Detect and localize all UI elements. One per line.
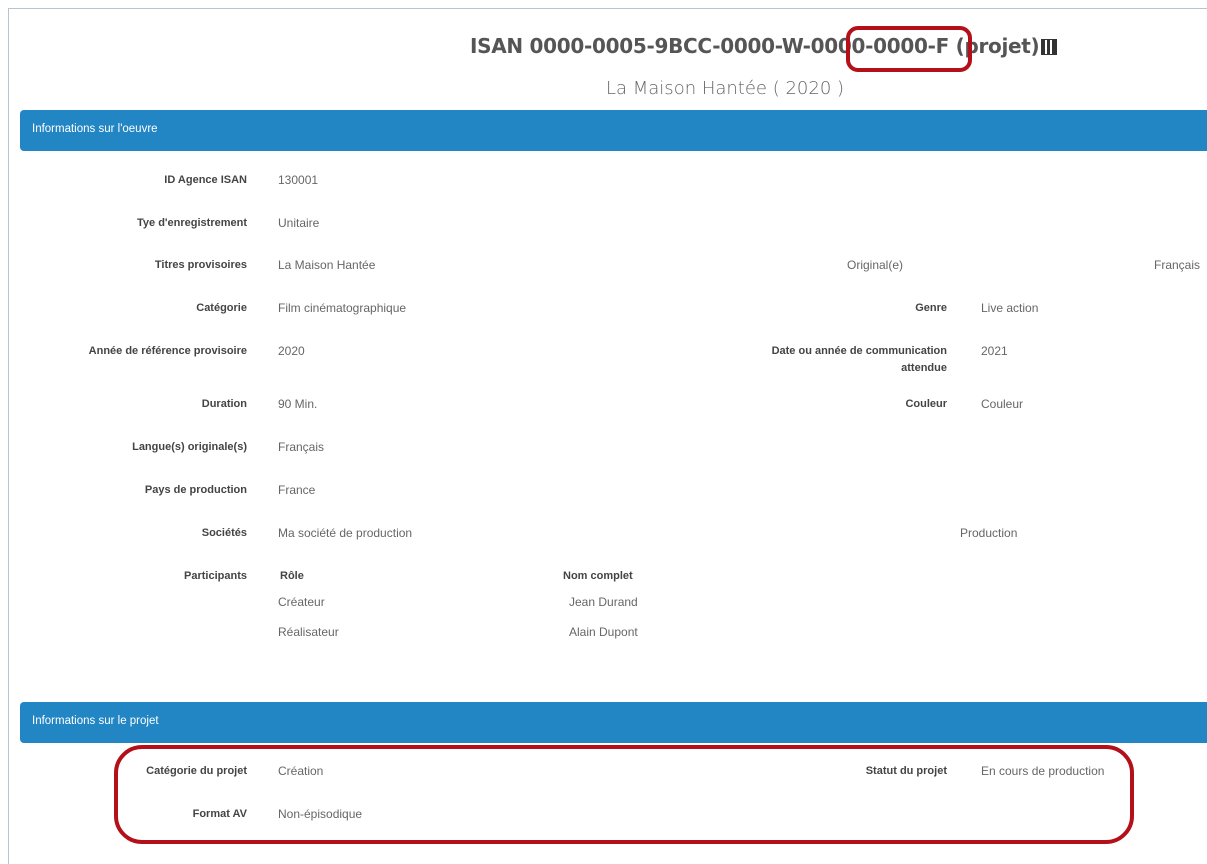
section-header-work[interactable]: Informations sur l'oeuvre [20, 110, 1207, 151]
couleur-label: Couleur [905, 398, 947, 410]
duration-value: 90 Min. [278, 397, 318, 411]
participant-nom: Jean Durand [569, 595, 638, 609]
annee-reference-value: 2020 [278, 344, 305, 358]
langues-originales-value: Français [278, 440, 325, 454]
participant-role: Réalisateur [278, 625, 339, 639]
titres-provisoires-label: Titres provisoires [154, 259, 247, 271]
barcode-icon[interactable] [1041, 39, 1058, 55]
id-agence-value: 130001 [278, 173, 319, 187]
type-enregistrement-label: Tye d'enregistrement [137, 217, 247, 229]
participants-col-nom: Nom complet [563, 570, 633, 582]
highlight-project-info-box [114, 745, 1134, 844]
participants-col-role: Rôle [280, 570, 304, 582]
participant-role: Créateur [278, 595, 325, 609]
participants-label: Participants [184, 570, 247, 582]
societes-value: Ma société de production [278, 526, 413, 540]
titres-original-flag: Original(e) [847, 258, 904, 272]
genre-value: Live action [981, 301, 1039, 315]
categorie-value: Film cinématographique [278, 301, 407, 315]
date-communication-label-1: Date ou année de communication [771, 345, 947, 357]
work-subtitle: La Maison Hantée ( 2020 ) [605, 78, 845, 99]
langues-originales-label: Langue(s) originale(s) [132, 441, 247, 453]
duration-label: Duration [201, 398, 247, 410]
categorie-label: Catégorie [196, 302, 247, 314]
societes-role: Production [960, 526, 1018, 540]
participant-nom: Alain Dupont [569, 625, 638, 639]
annee-reference-label: Année de référence provisoire [88, 345, 247, 357]
pays-production-label: Pays de production [144, 484, 247, 496]
societes-label: Sociétés [201, 527, 247, 539]
section-header-project[interactable]: Informations sur le projet [20, 702, 1207, 743]
genre-label: Genre [915, 302, 947, 314]
date-communication-label-2: attendue [901, 362, 947, 374]
id-agence-label: ID Agence ISAN [164, 174, 247, 186]
type-enregistrement-value: Unitaire [278, 216, 320, 230]
titres-langue: Français [1154, 258, 1201, 272]
couleur-value: Couleur [981, 397, 1024, 411]
date-communication-value: 2021 [981, 344, 1008, 358]
highlight-projet-box [846, 26, 972, 72]
titres-provisoires-value: La Maison Hantée [278, 258, 376, 272]
pays-production-value: France [278, 483, 316, 497]
